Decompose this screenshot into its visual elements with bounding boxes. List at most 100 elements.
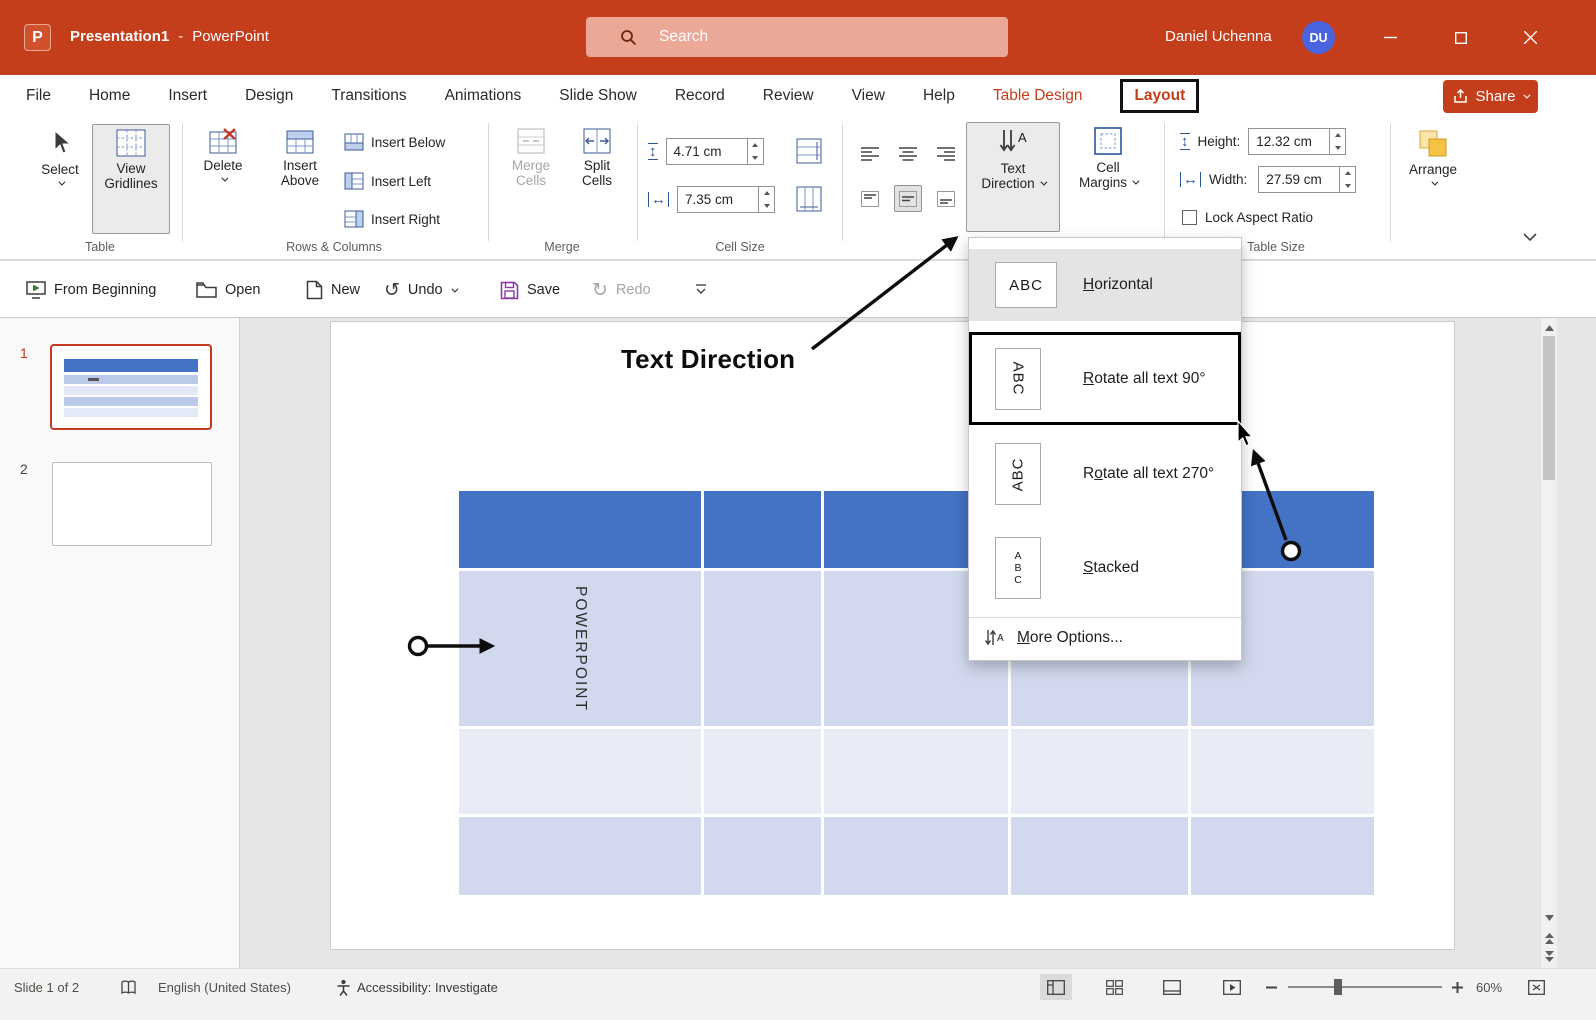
cell-margins-button[interactable]: Cell Margins — [1064, 122, 1152, 232]
tab-view[interactable]: View — [852, 87, 885, 105]
save-button[interactable]: Save — [500, 277, 560, 303]
table-cell[interactable] — [824, 729, 1008, 814]
menu-item-more-options[interactable]: A More Options... — [969, 618, 1241, 658]
table-cell[interactable] — [1011, 729, 1188, 814]
table-header-cell[interactable] — [459, 491, 701, 568]
menu-item-rotate-270[interactable]: ABC Rotate all text 270° — [969, 438, 1241, 510]
row-height-input[interactable]: 4.71 cm — [666, 138, 748, 165]
previous-slide-button[interactable] — [1541, 930, 1558, 946]
collapse-ribbon-button[interactable] — [1522, 229, 1538, 245]
vertical-scrollbar[interactable] — [1540, 318, 1557, 968]
column-width-input[interactable]: 7.35 cm — [677, 186, 759, 213]
tab-record[interactable]: Record — [675, 87, 725, 105]
maximize-button[interactable] — [1437, 0, 1484, 75]
share-label: Share — [1475, 88, 1515, 105]
table-cell[interactable] — [704, 729, 821, 814]
table-cell-powerpoint[interactable]: POWERPOINT — [459, 571, 701, 726]
slide-editing-surface[interactable]: Text Direction POWERPOINT — [330, 321, 1455, 950]
zoom-in-button[interactable] — [1444, 974, 1470, 1000]
insert-right-button[interactable]: Insert Right — [344, 207, 440, 231]
next-slide-button[interactable] — [1541, 948, 1558, 964]
tab-insert[interactable]: Insert — [168, 87, 207, 105]
zoom-slider-thumb[interactable] — [1334, 979, 1342, 995]
distribute-rows-button[interactable] — [796, 138, 822, 167]
align-bottom-button[interactable] — [932, 185, 960, 212]
zoom-level-button[interactable]: 60% — [1476, 977, 1502, 997]
save-label: Save — [527, 282, 560, 298]
open-button[interactable]: Open — [196, 277, 260, 303]
undo-chevron-icon — [451, 285, 458, 292]
table-cell[interactable] — [1011, 817, 1188, 895]
new-button[interactable]: New — [306, 277, 360, 303]
menu-item-horizontal[interactable]: ABC Horizontal — [969, 249, 1241, 321]
delete-button[interactable]: Delete — [194, 124, 252, 182]
close-button[interactable] — [1507, 0, 1554, 75]
insert-above-button[interactable]: Insert Above — [266, 124, 334, 189]
tab-layout[interactable]: Layout — [1120, 79, 1199, 113]
proofing-button[interactable] — [120, 977, 137, 997]
table-header-cell[interactable] — [704, 491, 821, 568]
title-bar: P Presentation1 - PowerPoint Search Dani… — [0, 0, 1596, 75]
slide-1-number: 1 — [20, 345, 28, 361]
table-cell[interactable] — [704, 817, 821, 895]
table-cell[interactable] — [704, 571, 821, 726]
table-height-input[interactable]: 12.32 cm — [1248, 128, 1330, 155]
fit-slide-to-window-button[interactable] — [1520, 974, 1552, 1000]
row-height-spinner[interactable] — [748, 138, 764, 165]
tab-file[interactable]: File — [26, 87, 51, 105]
select-button[interactable]: Select — [32, 124, 88, 186]
share-button[interactable]: Share — [1443, 80, 1538, 113]
tab-table-design[interactable]: Table Design — [993, 87, 1083, 105]
search-input[interactable]: Search — [586, 17, 1008, 57]
text-direction-button[interactable]: A Text Direction — [966, 122, 1060, 232]
menu-item-rotate-90[interactable]: ABC Rotate all text 90° — [969, 332, 1241, 425]
table-cell[interactable] — [459, 729, 701, 814]
tab-review[interactable]: Review — [763, 87, 814, 105]
align-top-button[interactable] — [856, 185, 884, 212]
tab-design[interactable]: Design — [245, 87, 293, 105]
language-button[interactable]: English (United States) — [158, 977, 291, 997]
column-width-spinner[interactable] — [759, 186, 775, 213]
customize-toolbar-button[interactable] — [694, 277, 708, 303]
slideshow-view-button[interactable] — [1216, 974, 1248, 1000]
scroll-down-button[interactable] — [1541, 910, 1558, 926]
slide-sorter-view-button[interactable] — [1098, 974, 1130, 1000]
table-cell[interactable] — [459, 817, 701, 895]
table-width-spinner[interactable] — [1340, 166, 1356, 193]
tab-slide-show[interactable]: Slide Show — [559, 87, 637, 105]
align-left-button[interactable] — [856, 140, 884, 167]
table-width-input[interactable]: 27.59 cm — [1258, 166, 1340, 193]
zoom-slider-track[interactable] — [1288, 986, 1442, 988]
tab-help[interactable]: Help — [923, 87, 955, 105]
user-avatar[interactable]: DU — [1302, 21, 1335, 54]
table-cell[interactable] — [824, 817, 1008, 895]
tab-transitions[interactable]: Transitions — [331, 87, 406, 105]
undo-button[interactable]: ↺ Undo — [384, 277, 456, 303]
minimize-button[interactable] — [1367, 0, 1414, 75]
insert-left-button[interactable]: Insert Left — [344, 169, 431, 193]
slide-2-thumbnail[interactable] — [52, 462, 212, 546]
arrange-button[interactable]: Arrange — [1396, 124, 1470, 186]
slide-1-thumbnail[interactable] — [50, 344, 212, 430]
accessibility-button[interactable]: Accessibility: Investigate — [336, 977, 498, 997]
insert-below-button[interactable]: Insert Below — [344, 130, 445, 154]
align-center-button[interactable] — [894, 140, 922, 167]
center-vertically-button[interactable] — [894, 185, 922, 212]
tab-home[interactable]: Home — [89, 87, 130, 105]
from-beginning-button[interactable]: From Beginning — [26, 277, 156, 303]
normal-view-button[interactable] — [1040, 974, 1072, 1000]
table-cell[interactable] — [1191, 729, 1374, 814]
scrollbar-thumb[interactable] — [1543, 336, 1555, 480]
table-height-spinner[interactable] — [1330, 128, 1346, 155]
tab-animations[interactable]: Animations — [445, 87, 522, 105]
reading-view-button[interactable] — [1156, 974, 1188, 1000]
view-gridlines-button[interactable]: View Gridlines — [92, 124, 170, 234]
lock-aspect-ratio-checkbox[interactable] — [1182, 210, 1197, 225]
menu-item-stacked[interactable]: A B C Stacked — [969, 531, 1241, 605]
distribute-columns-button[interactable] — [796, 186, 822, 215]
scroll-up-button[interactable] — [1541, 320, 1558, 336]
zoom-out-button[interactable] — [1258, 974, 1284, 1000]
table-cell[interactable] — [1191, 817, 1374, 895]
align-right-button[interactable] — [932, 140, 960, 167]
split-cells-button[interactable]: Split Cells — [566, 124, 628, 189]
